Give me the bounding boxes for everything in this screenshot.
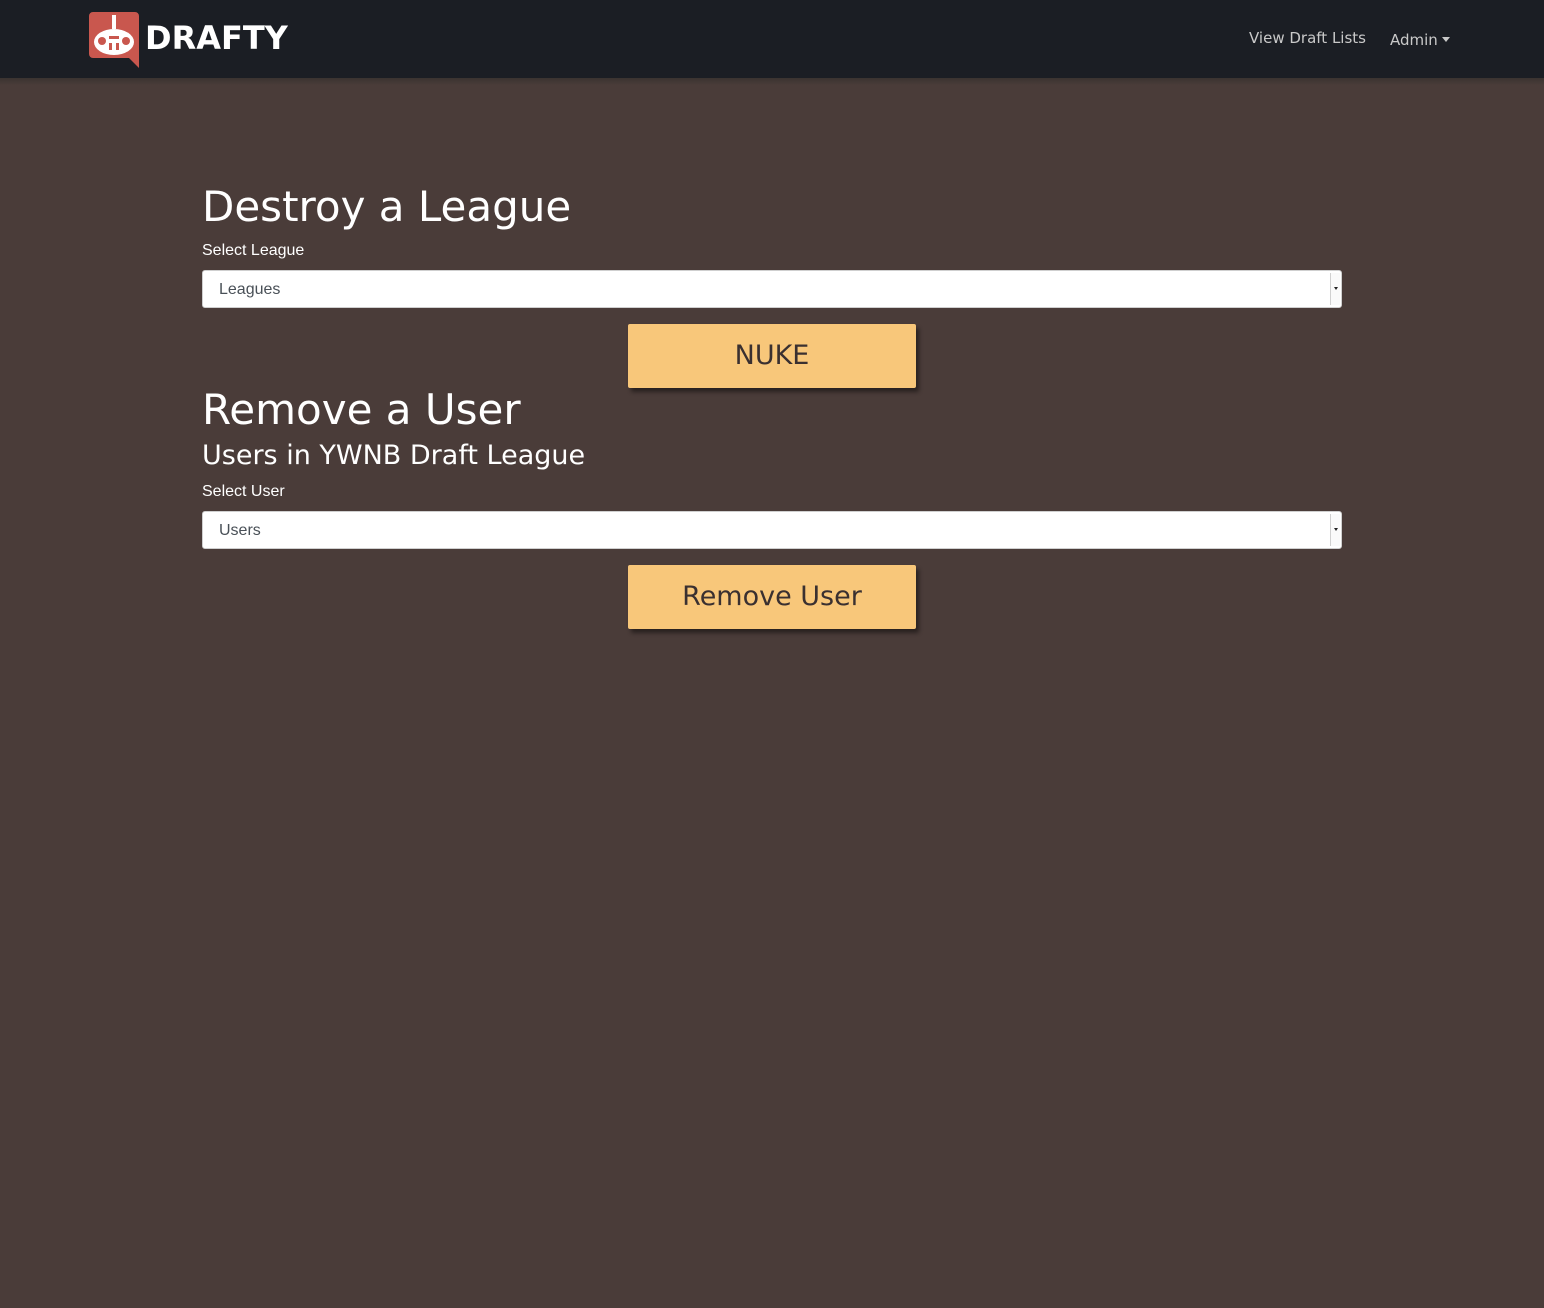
chevron-down-icon: [1330, 273, 1340, 305]
drafty-logo-icon: [89, 12, 139, 68]
remove-user-title: Remove a User: [202, 385, 521, 434]
destroy-league-title: Destroy a League: [202, 182, 572, 231]
remove-user-button[interactable]: Remove User: [628, 565, 916, 629]
chevron-down-icon: [1330, 514, 1340, 546]
nuke-button[interactable]: NUKE: [628, 324, 916, 388]
league-select[interactable]: Leagues: [202, 270, 1342, 308]
brand-name: DRAFTY: [145, 19, 288, 57]
select-user-label: Select User: [202, 483, 285, 500]
caret-down-icon: [1441, 37, 1450, 42]
nav-admin-label: Admin: [1390, 31, 1438, 49]
select-league-label: Select League: [202, 242, 305, 259]
top-navbar: DRAFTY View Draft Lists Admin: [0, 0, 1544, 78]
users-in-league-subtitle: Users in YWNB Draft League: [202, 440, 586, 471]
user-select-value: Users: [219, 522, 261, 539]
brand-link[interactable]: DRAFTY: [89, 12, 288, 68]
league-select-value: Leagues: [219, 281, 281, 298]
nav-view-draft-lists[interactable]: View Draft Lists: [1249, 28, 1366, 48]
user-select[interactable]: Users: [202, 511, 1342, 549]
navbar-shadow: [0, 78, 1544, 85]
nav-admin-dropdown[interactable]: Admin: [1390, 30, 1450, 50]
